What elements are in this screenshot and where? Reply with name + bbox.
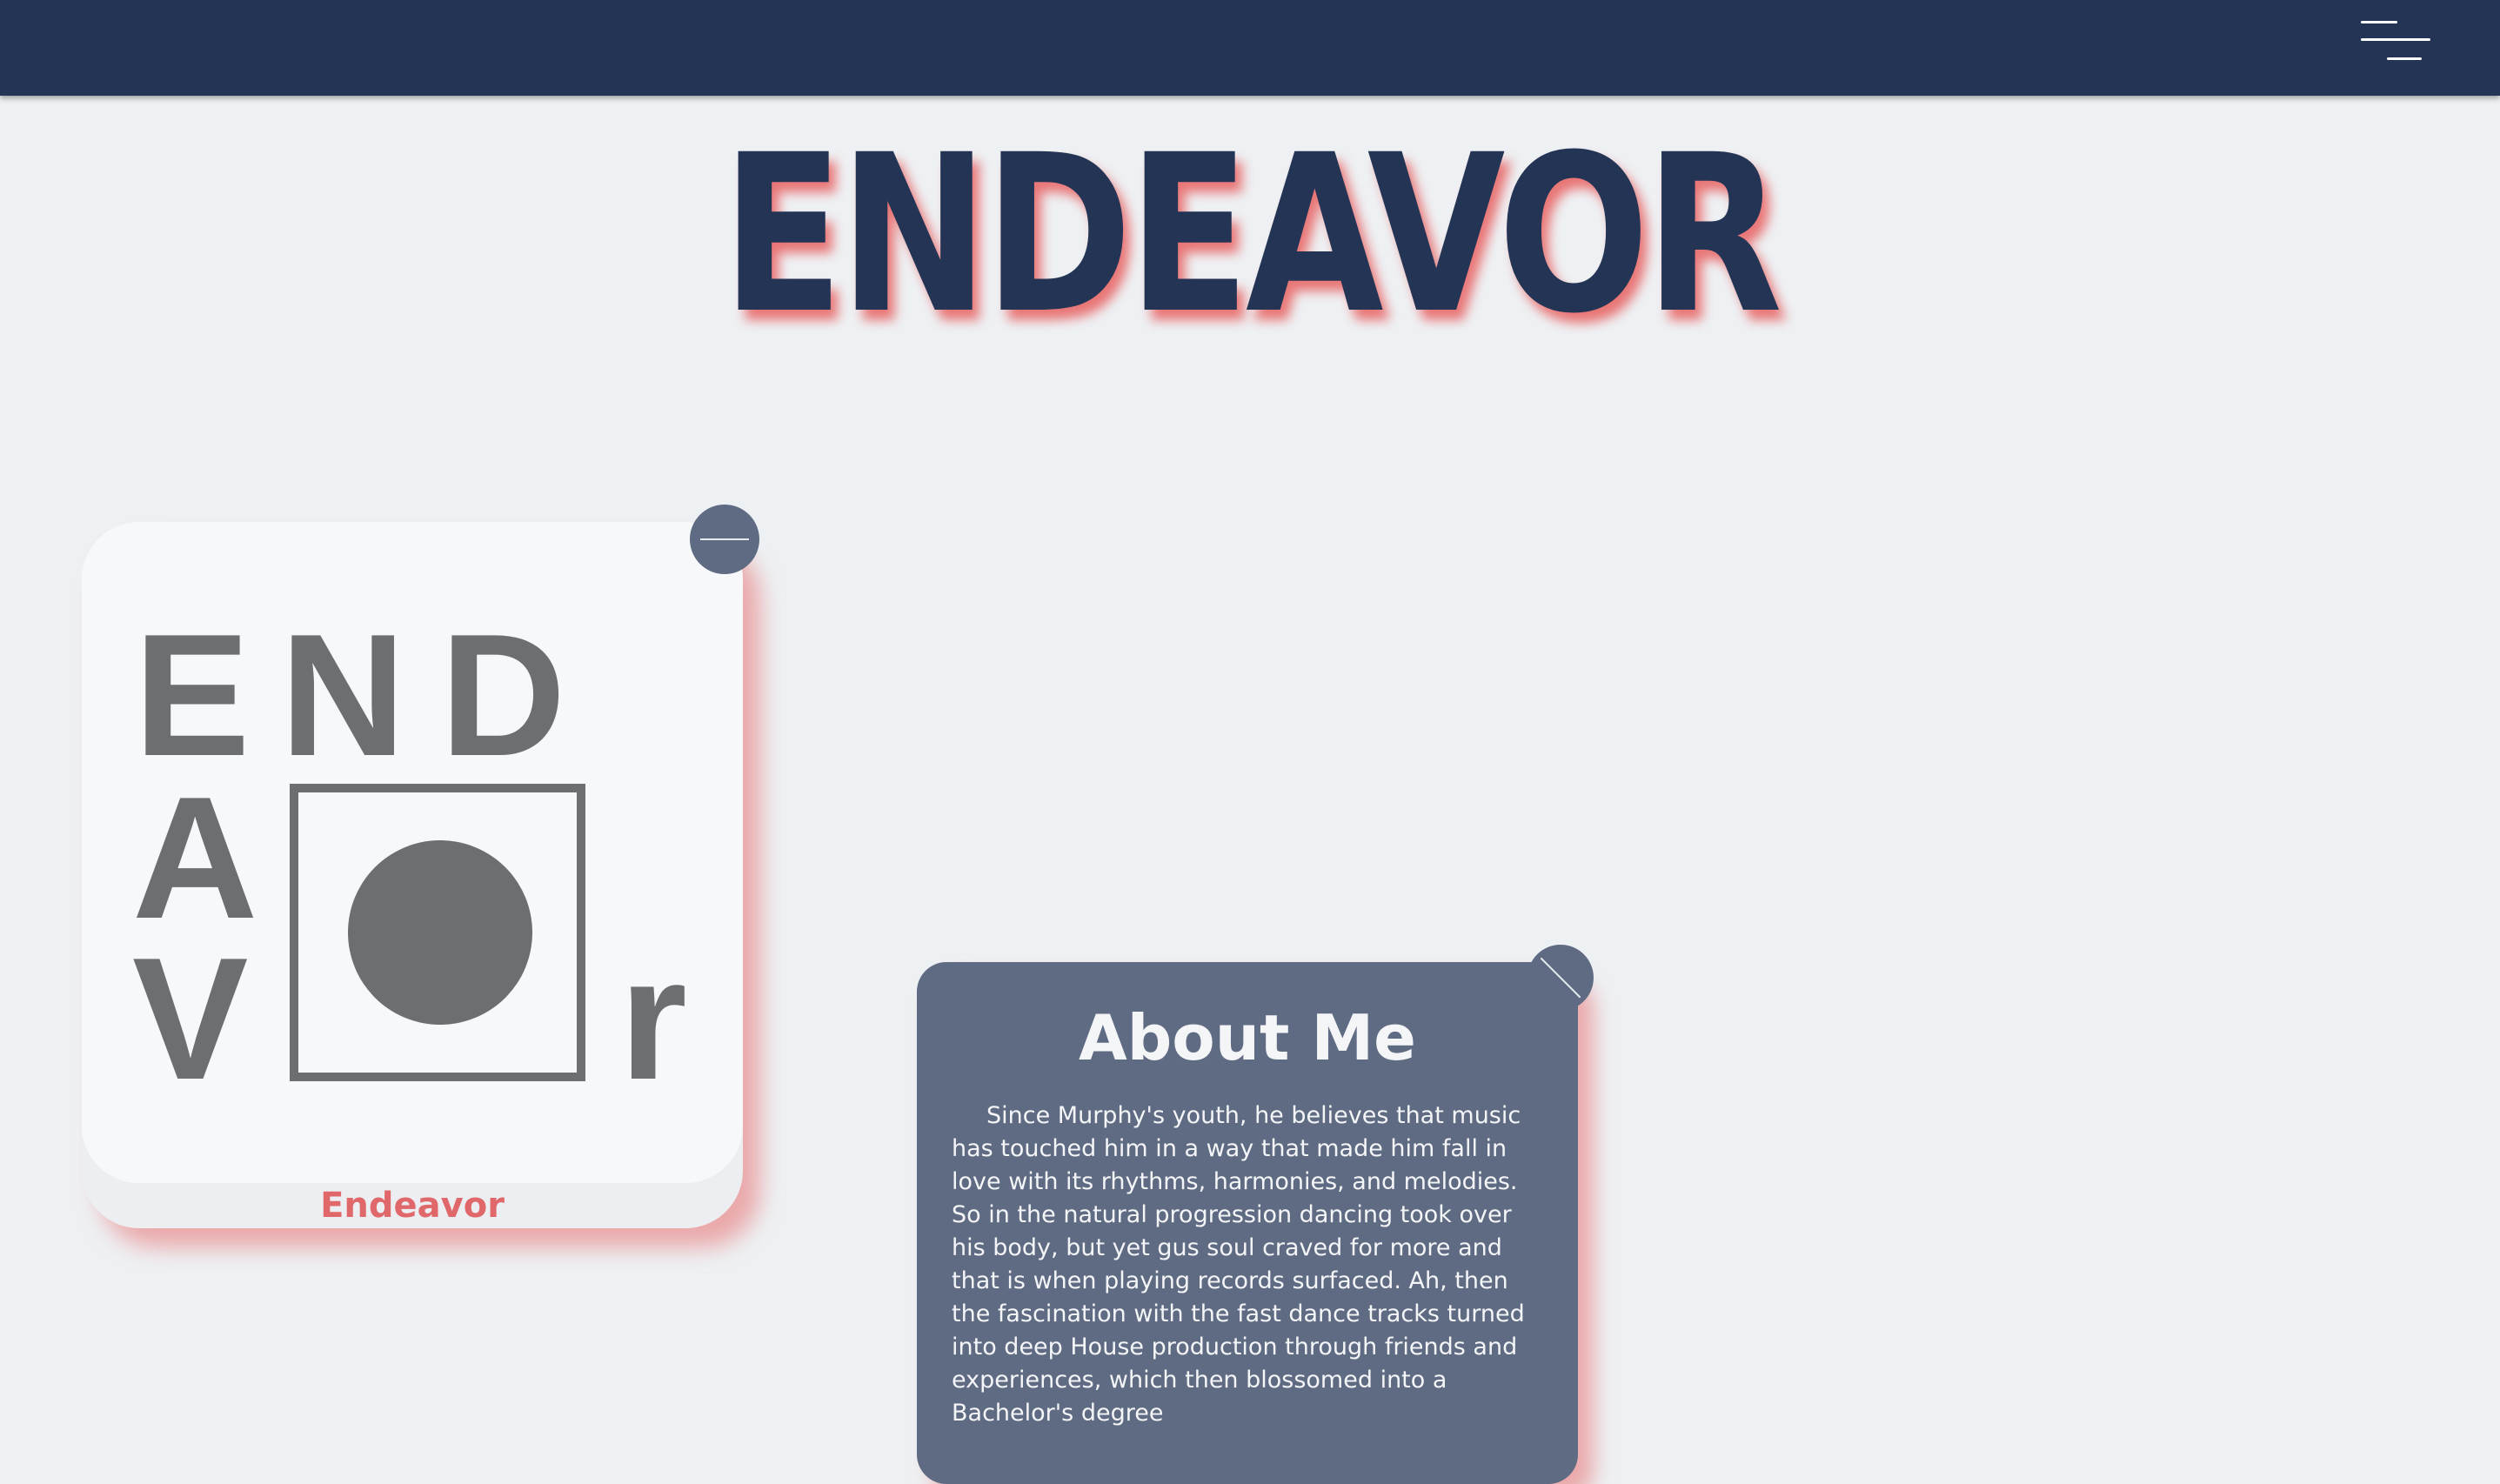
close-line <box>1540 957 1581 999</box>
menu-line <box>2361 21 2397 23</box>
minus-icon[interactable] <box>690 505 759 574</box>
logo-image-area: E N D A V r <box>82 522 743 1183</box>
logo-letter-v: V <box>132 922 248 1116</box>
logo-circle <box>348 840 532 1025</box>
logo-letter-d: D <box>440 598 565 792</box>
logo-caption: Endeavor <box>320 1186 505 1226</box>
about-card: About Me Since Murphy's youth, he believ… <box>917 962 1578 1484</box>
about-body: Since Murphy's youth, he believes that m… <box>952 1102 1525 1427</box>
endeavor-logo: E N D A V r <box>132 598 687 1116</box>
close-icon[interactable] <box>1527 945 1594 1011</box>
logo-letter-n: N <box>280 598 405 792</box>
logo-letter-r: r <box>619 922 687 1116</box>
about-title: About Me <box>1079 1001 1416 1074</box>
logo-card: E N D A V r Endeavor <box>82 522 743 1228</box>
page-title: ENDEAVOR <box>721 108 1782 361</box>
top-navbar <box>0 0 2500 96</box>
menu-line <box>2387 57 2422 60</box>
minus-bar <box>700 538 749 540</box>
hamburger-menu-icon[interactable] <box>2349 16 2430 68</box>
menu-line <box>2361 38 2430 41</box>
